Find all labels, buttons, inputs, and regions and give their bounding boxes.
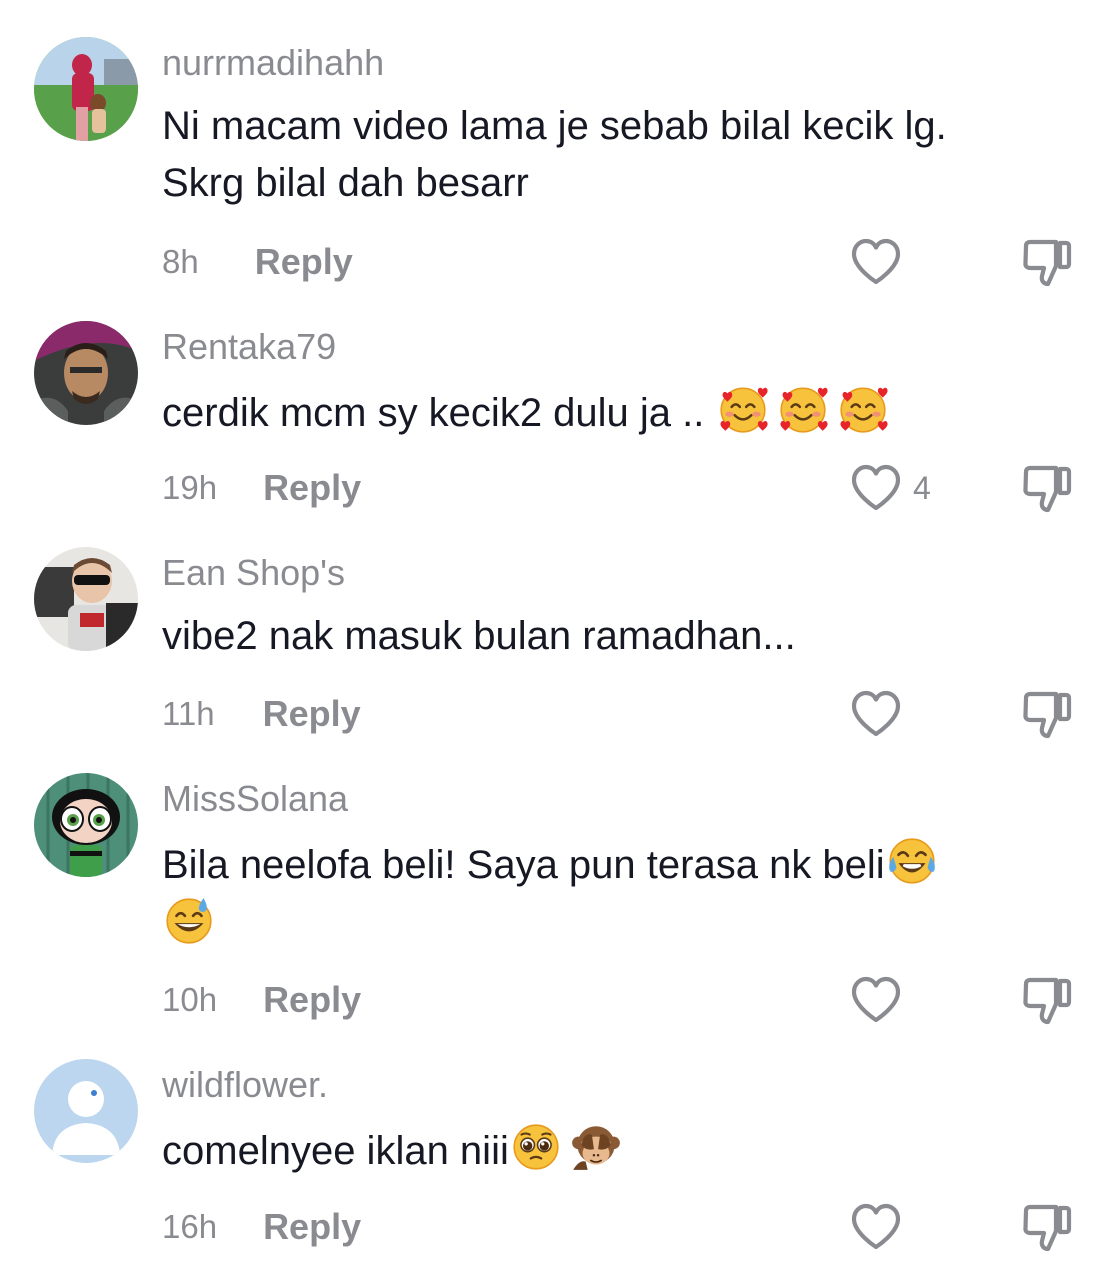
comment-meta: 10h Reply — [162, 975, 361, 1025]
comment-meta: 8h Reply — [162, 237, 353, 287]
thumbs-down-icon[interactable] — [1020, 1203, 1074, 1253]
reply-button[interactable]: Reply — [263, 979, 361, 1021]
comment-meta: 16h Reply — [162, 1202, 361, 1252]
avatar[interactable] — [34, 1059, 138, 1163]
comment-text: Bila neelofa beli! Saya pun terasa nk be… — [162, 834, 1067, 954]
avatar[interactable] — [34, 37, 138, 141]
username[interactable]: Ean Shop's — [162, 553, 345, 593]
comment-text: vibe2 nak masuk bulan ramadhan... — [162, 608, 1067, 665]
like-count: 4 — [913, 470, 931, 506]
heart-icon[interactable] — [850, 464, 902, 512]
grinning-face-with-sweat-icon — [162, 894, 216, 948]
heart-icon[interactable] — [850, 1203, 902, 1251]
thumbs-down-icon[interactable] — [1020, 976, 1074, 1026]
avatar[interactable] — [34, 547, 138, 651]
thumbs-down-icon[interactable] — [1020, 690, 1074, 740]
heart-icon[interactable] — [850, 690, 902, 738]
face-with-tears-of-joy-icon — [885, 834, 939, 888]
thumbs-down-icon[interactable] — [1020, 238, 1074, 288]
username[interactable]: MissSolana — [162, 779, 348, 819]
reply-button[interactable]: Reply — [255, 241, 353, 283]
comment-text-body: cerdik mcm sy kecik2 dulu ja .. — [162, 391, 716, 435]
timestamp: 8h — [162, 243, 199, 280]
timestamp: 10h — [162, 981, 218, 1018]
comment-text: cerdik mcm sy kecik2 dulu ja .. — [162, 382, 1067, 442]
comment-text-line: Ni macam video lama je sebab bilal kecik… — [162, 104, 947, 148]
comment-text-body: Bila neelofa beli! Saya pun terasa nk be… — [162, 843, 885, 887]
comment-meta: 11h Reply — [162, 689, 361, 739]
username[interactable]: wildflower. — [162, 1065, 328, 1105]
avatar[interactable] — [34, 321, 138, 425]
comment-text-line: Skrg bilal dah besarr — [162, 161, 529, 205]
comment-text: Ni macam video lama je sebab bilal kecik… — [162, 98, 1067, 212]
timestamp: 19h — [162, 469, 218, 506]
comment-text: comelnyee iklan niii — [162, 1120, 1067, 1180]
comment-text-body: vibe2 nak masuk bulan ramadhan... — [162, 614, 796, 658]
avatar[interactable] — [34, 773, 138, 877]
timestamp: 11h — [162, 695, 215, 732]
reply-button[interactable]: Reply — [263, 693, 361, 735]
reply-button[interactable]: Reply — [263, 1206, 361, 1248]
pleading-face-icon — [509, 1120, 563, 1174]
smiling-face-with-hearts-icon — [716, 382, 770, 436]
smiling-face-with-hearts-icon — [776, 382, 830, 436]
username[interactable]: nurrmadihahh — [162, 43, 384, 83]
heart-icon[interactable] — [850, 976, 902, 1024]
comment-meta: 19h Reply — [162, 463, 361, 513]
smiling-face-with-hearts-icon — [836, 382, 890, 436]
see-no-evil-monkey-icon — [569, 1120, 623, 1174]
reply-button[interactable]: Reply — [263, 467, 361, 509]
comment-text-body: comelnyee iklan niii — [162, 1129, 509, 1173]
thumbs-down-icon[interactable] — [1020, 464, 1074, 514]
timestamp: 16h — [162, 1208, 218, 1245]
heart-icon[interactable] — [850, 238, 902, 286]
username[interactable]: Rentaka79 — [162, 327, 336, 367]
